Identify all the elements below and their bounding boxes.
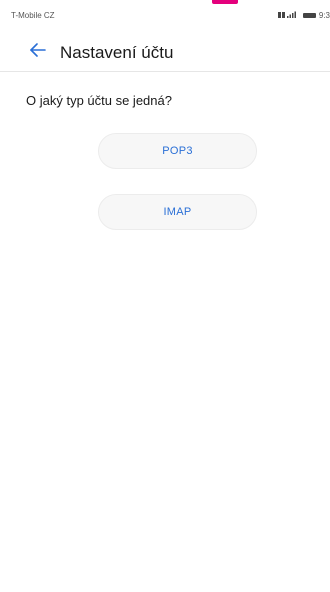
battery-icon [302, 12, 316, 18]
carrier-name: T-Mobile CZ [11, 10, 55, 20]
signal-icon [277, 11, 300, 19]
status-time: 9:3 [318, 10, 330, 20]
status-bar: T-Mobile CZ 9:3 [0, 6, 330, 24]
back-button[interactable] [24, 39, 52, 67]
status-right-group: 9:3 [277, 10, 330, 20]
top-accent-marker [212, 0, 238, 4]
app-header: Nastavení účtu [0, 38, 330, 72]
imap-button[interactable]: IMAP [98, 194, 257, 230]
arrow-left-icon [30, 43, 46, 62]
pop3-button[interactable]: POP3 [98, 133, 257, 169]
account-type-question: O jaký typ účtu se jedná? [26, 93, 172, 108]
page-title: Nastavení účtu [60, 42, 174, 62]
